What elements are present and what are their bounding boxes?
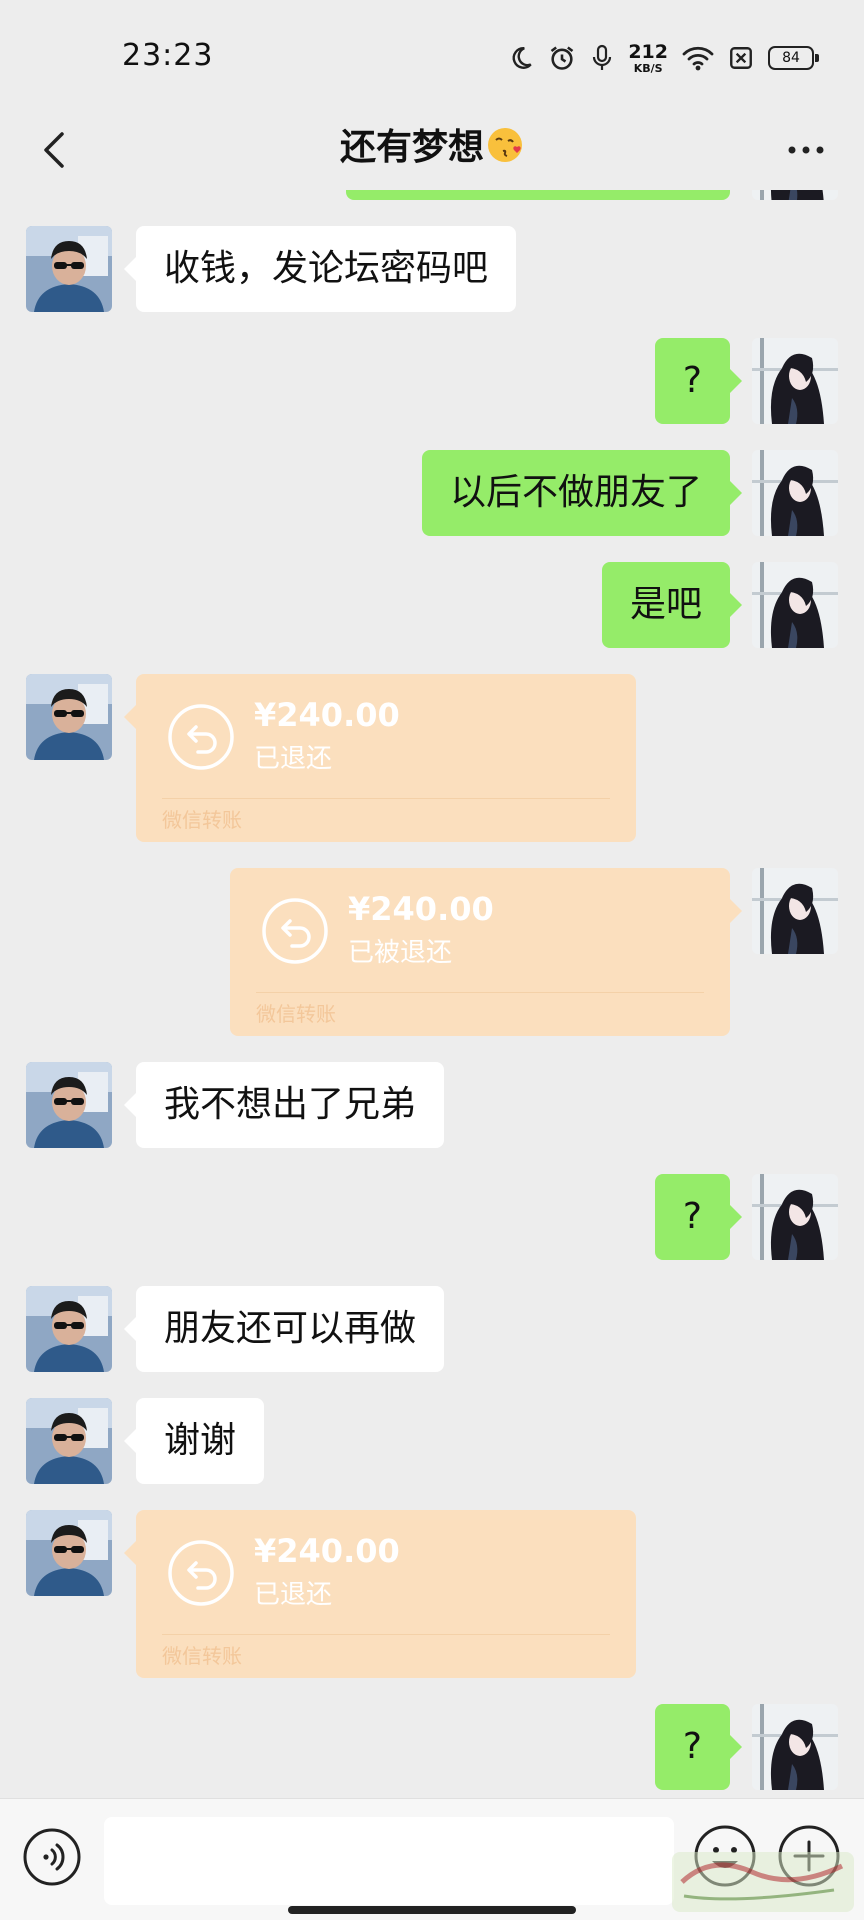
- message-bubble-contact[interactable]: 谢谢: [123, 1398, 265, 1484]
- avatar-self[interactable]: [752, 562, 838, 648]
- refund-icon: [262, 898, 328, 964]
- transfer-card[interactable]: ¥240.00 已退还 微信转账: [124, 674, 636, 842]
- transfer-status: 已被退还: [348, 938, 453, 968]
- status-time: 23:23: [122, 38, 214, 73]
- net-speed-value: 212: [628, 40, 668, 63]
- chat-title: 还有梦想: [0, 118, 864, 170]
- avatar-contact[interactable]: [26, 1062, 112, 1148]
- message-bubble-self[interactable]: ?: [654, 1704, 743, 1790]
- transfer-divider: [162, 798, 610, 799]
- message-bubble-self[interactable]: 以后不做朋友了: [421, 450, 743, 536]
- avatar-contact[interactable]: [26, 1286, 112, 1372]
- avatar-self[interactable]: [752, 1704, 838, 1790]
- battery-level: 84: [782, 50, 800, 66]
- chat-title-text: 还有梦想: [339, 127, 484, 168]
- avatar-self[interactable]: [752, 868, 838, 954]
- net-speed: 212 KB/S: [628, 40, 668, 75]
- status-bar: 23:23 212 KB/S 84: [0, 0, 864, 110]
- avatar-self[interactable]: [752, 338, 838, 424]
- wifi-icon: [682, 45, 714, 71]
- watermark-logo: [672, 1852, 854, 1912]
- transfer-label: 微信转账: [162, 808, 242, 832]
- alarm-icon: [548, 44, 576, 72]
- message-bubble-self-partial[interactable]: [346, 190, 730, 200]
- transfer-status: 已退还: [254, 1580, 333, 1610]
- message-bubble-self[interactable]: 是吧: [601, 562, 743, 648]
- moon-icon: [508, 45, 534, 71]
- transfer-divider: [162, 1634, 610, 1635]
- mic-icon: [590, 44, 614, 72]
- sim-off-icon: [728, 45, 754, 71]
- status-icons: 212 KB/S 84: [508, 38, 819, 78]
- transfer-label: 微信转账: [162, 1644, 242, 1668]
- title-bar: 还有梦想: [0, 110, 864, 190]
- transfer-card[interactable]: ¥240.00 已被退还 微信转账: [230, 868, 742, 1036]
- refund-icon: [168, 704, 234, 770]
- message-bubble-self[interactable]: ?: [654, 1174, 743, 1260]
- avatar-self-partial[interactable]: [752, 190, 838, 200]
- avatar-self[interactable]: [752, 450, 838, 536]
- chat-area[interactable]: 收钱，发论坛密码吧 ? 以后不做朋友了 是吧 ¥240.00 已退还 微信转账 …: [0, 190, 864, 1798]
- more-dots-icon: [788, 146, 824, 154]
- more-button[interactable]: [776, 122, 836, 178]
- voice-button[interactable]: [22, 1827, 82, 1887]
- home-indicator[interactable]: [288, 1906, 576, 1914]
- transfer-label: 微信转账: [256, 1002, 336, 1026]
- transfer-status: 已退还: [254, 744, 333, 774]
- refund-icon: [168, 1540, 234, 1606]
- message-input[interactable]: [104, 1817, 674, 1905]
- avatar-contact[interactable]: [26, 1510, 112, 1596]
- avatar-contact[interactable]: [26, 1398, 112, 1484]
- message-bubble-self[interactable]: ?: [654, 338, 743, 424]
- battery-icon: 84: [768, 46, 819, 70]
- transfer-card[interactable]: ¥240.00 已退还 微信转账: [124, 1510, 636, 1678]
- net-speed-unit: KB/S: [633, 61, 663, 75]
- message-bubble-contact[interactable]: 朋友还可以再做: [123, 1286, 445, 1372]
- transfer-divider: [256, 992, 704, 993]
- avatar-contact[interactable]: [26, 226, 112, 312]
- transfer-amount: ¥240.00: [254, 696, 400, 734]
- message-bubble-contact[interactable]: 我不想出了兄弟: [123, 1062, 445, 1148]
- kissing-face-emoji-icon: [486, 126, 524, 164]
- message-bubble-contact[interactable]: 收钱，发论坛密码吧: [123, 226, 517, 312]
- avatar-contact[interactable]: [26, 674, 112, 760]
- transfer-amount: ¥240.00: [348, 890, 494, 928]
- voice-icon: [23, 1828, 81, 1886]
- avatar-self[interactable]: [752, 1174, 838, 1260]
- transfer-amount: ¥240.00: [254, 1532, 400, 1570]
